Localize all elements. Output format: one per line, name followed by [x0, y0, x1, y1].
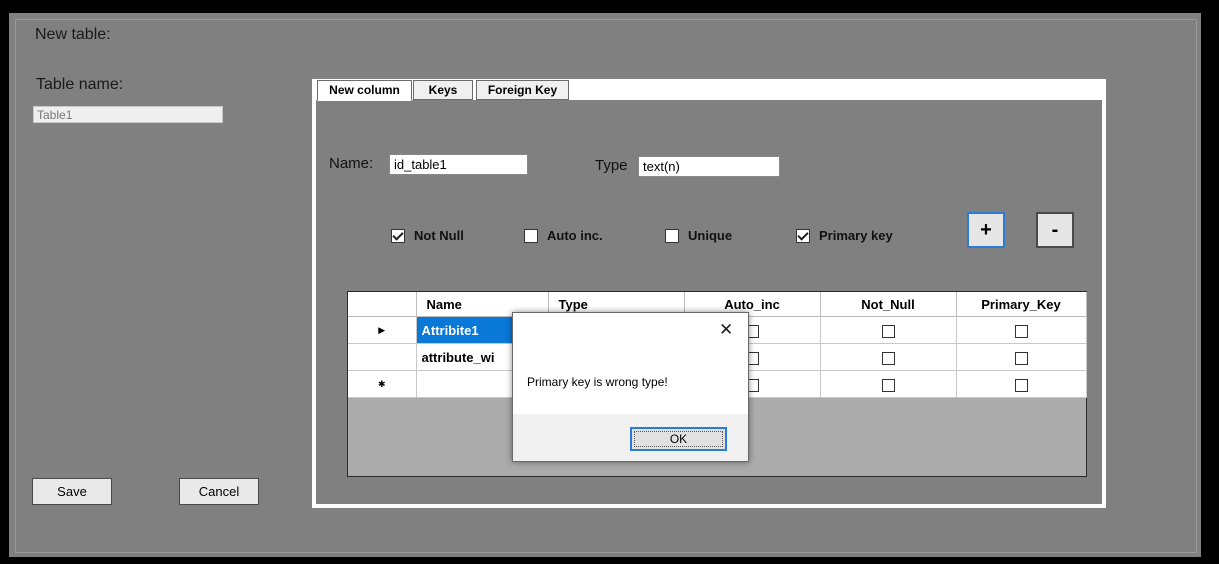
- window-title: New table:: [35, 26, 111, 43]
- checkbox-empty-icon[interactable]: [1014, 324, 1028, 338]
- column-type-label: Type: [595, 157, 628, 174]
- table-name-label: Table name:: [36, 76, 124, 93]
- auto-inc-label: Auto inc.: [547, 228, 603, 243]
- cell-not-null[interactable]: [820, 370, 957, 398]
- ok-button[interactable]: OK: [630, 427, 727, 451]
- cell-primary-key[interactable]: [956, 316, 1087, 344]
- row-header[interactable]: [348, 343, 417, 371]
- checkbox-empty-icon[interactable]: [881, 378, 895, 392]
- tab-new-column[interactable]: New column: [317, 80, 412, 101]
- checkbox-empty-icon[interactable]: [881, 351, 895, 365]
- cell-primary-key[interactable]: [956, 343, 1087, 371]
- message-dialog: ✕ Primary key is wrong type! OK: [512, 312, 749, 462]
- auto-inc-checkbox[interactable]: Auto inc.: [524, 228, 603, 243]
- new-row-icon[interactable]: ✱: [348, 370, 417, 398]
- primary-key-label: Primary key: [819, 228, 893, 243]
- unique-label: Unique: [688, 228, 733, 243]
- dialog-message: Primary key is wrong type!: [527, 375, 668, 389]
- add-column-button[interactable]: +: [967, 212, 1005, 248]
- cell-not-null[interactable]: [820, 343, 957, 371]
- tab-foreign-key[interactable]: Foreign Key: [476, 80, 569, 100]
- checkbox-empty-icon: [524, 228, 538, 243]
- check-icon: [796, 228, 810, 243]
- cell-not-null[interactable]: [820, 316, 957, 344]
- row-pointer-icon[interactable]: ▶: [348, 316, 417, 344]
- checkbox-empty-icon[interactable]: [1014, 378, 1028, 392]
- not-null-checkbox[interactable]: Not Null: [391, 228, 464, 243]
- unique-checkbox[interactable]: Unique: [665, 228, 732, 243]
- grid-corner-header: [348, 292, 417, 317]
- not-null-label: Not Null: [414, 228, 464, 243]
- checkbox-empty-icon: [665, 228, 679, 243]
- cancel-button[interactable]: Cancel: [179, 478, 259, 505]
- column-name-input[interactable]: [389, 154, 528, 175]
- column-name-label: Name:: [329, 155, 374, 172]
- dialog-footer: OK: [513, 414, 748, 461]
- grid-header-not-null[interactable]: Not_Null: [820, 292, 957, 317]
- checkbox-empty-icon[interactable]: [1014, 351, 1028, 365]
- column-type-input[interactable]: [638, 156, 780, 177]
- table-name-input[interactable]: [33, 106, 223, 123]
- cell-primary-key[interactable]: [956, 370, 1087, 398]
- close-icon[interactable]: ✕: [719, 321, 733, 338]
- checkbox-empty-icon[interactable]: [881, 324, 895, 338]
- grid-header-primary-key[interactable]: Primary_Key: [956, 292, 1087, 317]
- check-icon: [391, 228, 405, 243]
- remove-column-button[interactable]: -: [1036, 212, 1074, 248]
- tab-keys[interactable]: Keys: [413, 80, 473, 100]
- save-button[interactable]: Save: [32, 478, 112, 505]
- ok-label: OK: [669, 432, 688, 446]
- primary-key-checkbox[interactable]: Primary key: [796, 228, 893, 243]
